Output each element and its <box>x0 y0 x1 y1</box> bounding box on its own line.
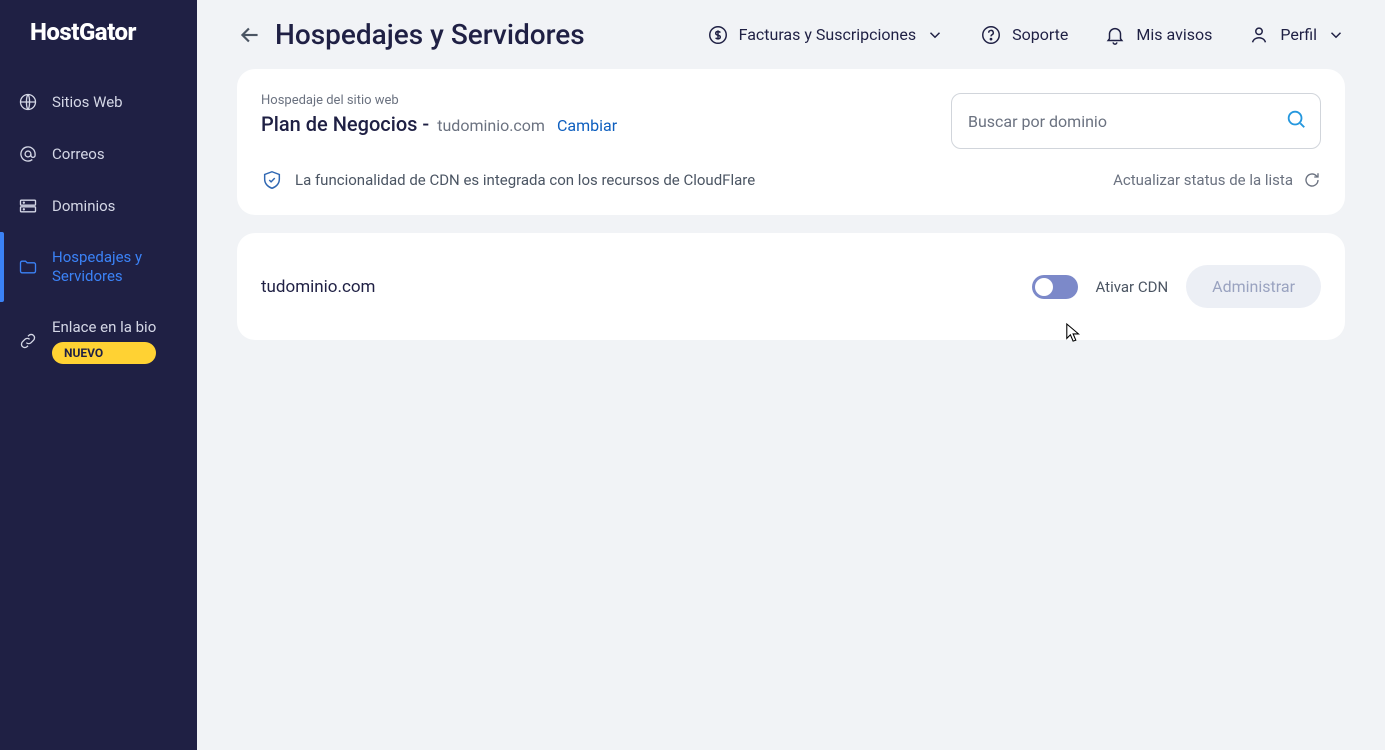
domain-actions: Ativar CDN Administrar <box>1032 265 1322 308</box>
dollar-circle-icon <box>707 24 729 46</box>
content: Hospedaje del sitio web Plan de Negocios… <box>197 69 1385 340</box>
arrow-left-icon <box>237 22 263 48</box>
back-title-group: Hospedajes y Servidores <box>237 18 585 51</box>
brand-logo: HostGator <box>0 18 197 66</box>
sidebar-item-emails[interactable]: Correos <box>0 128 197 180</box>
nav-profile-label: Perfil <box>1280 25 1317 44</box>
shield-check-icon <box>261 169 283 191</box>
sidebar-item-label: Correos <box>52 145 105 164</box>
sidebar-item-label: Dominios <box>52 197 115 216</box>
search-icon <box>1285 108 1307 130</box>
plan-line: Plan de Negocios - tudominio.com Cambiar <box>261 112 617 136</box>
sidebar: HostGator Sitios Web Correos Dominios Ho… <box>0 0 197 750</box>
chevron-down-icon <box>1327 26 1345 44</box>
hosting-card-header: Hospedaje del sitio web Plan de Negocios… <box>261 93 1321 149</box>
info-row: La funcionalidad de CDN es integrada con… <box>261 169 1321 191</box>
nav-notices-label: Mis avisos <box>1136 25 1212 44</box>
refresh-link[interactable]: Actualizar status de la lista <box>1113 171 1321 189</box>
sidebar-item-label: Hospedajes y Servidores <box>52 248 179 286</box>
domain-name: tudominio.com <box>261 277 375 297</box>
nav-billing[interactable]: Facturas y Suscripciones <box>707 24 945 46</box>
back-button[interactable] <box>237 22 263 48</box>
cdn-toggle[interactable] <box>1032 275 1078 299</box>
info-message: La funcionalidad de CDN es integrada con… <box>295 171 755 189</box>
toggle-knob <box>1035 278 1053 296</box>
domain-row: tudominio.com Ativar CDN Administrar <box>237 233 1345 340</box>
nav-notices[interactable]: Mis avisos <box>1104 24 1212 46</box>
sidebar-item-label: Sitios Web <box>52 93 123 112</box>
search-button[interactable] <box>1285 108 1307 134</box>
server-icon <box>18 196 38 216</box>
help-circle-icon <box>980 24 1002 46</box>
search-input[interactable] <box>951 93 1321 149</box>
nav-support[interactable]: Soporte <box>980 24 1068 46</box>
globe-icon <box>18 92 38 112</box>
bell-icon <box>1104 24 1126 46</box>
hosting-header-left: Hospedaje del sitio web Plan de Negocios… <box>261 93 617 136</box>
main: Hospedajes y Servidores Facturas y Suscr… <box>197 0 1385 750</box>
link-icon <box>18 331 38 351</box>
toggle-label: Ativar CDN <box>1096 278 1169 296</box>
nav-billing-label: Facturas y Suscripciones <box>739 25 917 44</box>
plan-domain: tudominio.com <box>437 116 545 135</box>
sidebar-item-hosting[interactable]: Hospedajes y Servidores <box>0 232 197 302</box>
chevron-down-icon <box>926 26 944 44</box>
sidebar-nav: Sitios Web Correos Dominios Hospedajes y… <box>0 76 197 380</box>
manage-button[interactable]: Administrar <box>1186 265 1321 308</box>
sidebar-item-label-wrap: Enlace en la bio NUEVO <box>52 318 156 365</box>
hosting-kicker: Hospedaje del sitio web <box>261 93 617 108</box>
info-text: La funcionalidad de CDN es integrada con… <box>261 169 755 191</box>
refresh-icon <box>1303 171 1321 189</box>
page-title: Hospedajes y Servidores <box>275 18 585 51</box>
nav-profile[interactable]: Perfil <box>1248 24 1345 46</box>
at-icon <box>18 144 38 164</box>
new-badge: NUEVO <box>52 342 156 364</box>
user-icon <box>1248 24 1270 46</box>
search-wrap <box>951 93 1321 149</box>
sidebar-item-domains[interactable]: Dominios <box>0 180 197 232</box>
sidebar-item-label: Enlace en la bio <box>52 318 156 337</box>
hosting-card: Hospedaje del sitio web Plan de Negocios… <box>237 69 1345 215</box>
plan-name: Plan de Negocios - <box>261 112 429 136</box>
sidebar-item-sites[interactable]: Sitios Web <box>0 76 197 128</box>
change-link[interactable]: Cambiar <box>557 116 617 135</box>
folder-icon <box>18 257 38 277</box>
refresh-label: Actualizar status de la lista <box>1113 171 1293 189</box>
nav-support-label: Soporte <box>1012 25 1068 44</box>
topbar: Hospedajes y Servidores Facturas y Suscr… <box>197 0 1385 69</box>
topbar-actions: Facturas y Suscripciones Soporte Mis avi… <box>707 24 1345 46</box>
sidebar-item-linkbio[interactable]: Enlace en la bio NUEVO <box>0 302 197 381</box>
